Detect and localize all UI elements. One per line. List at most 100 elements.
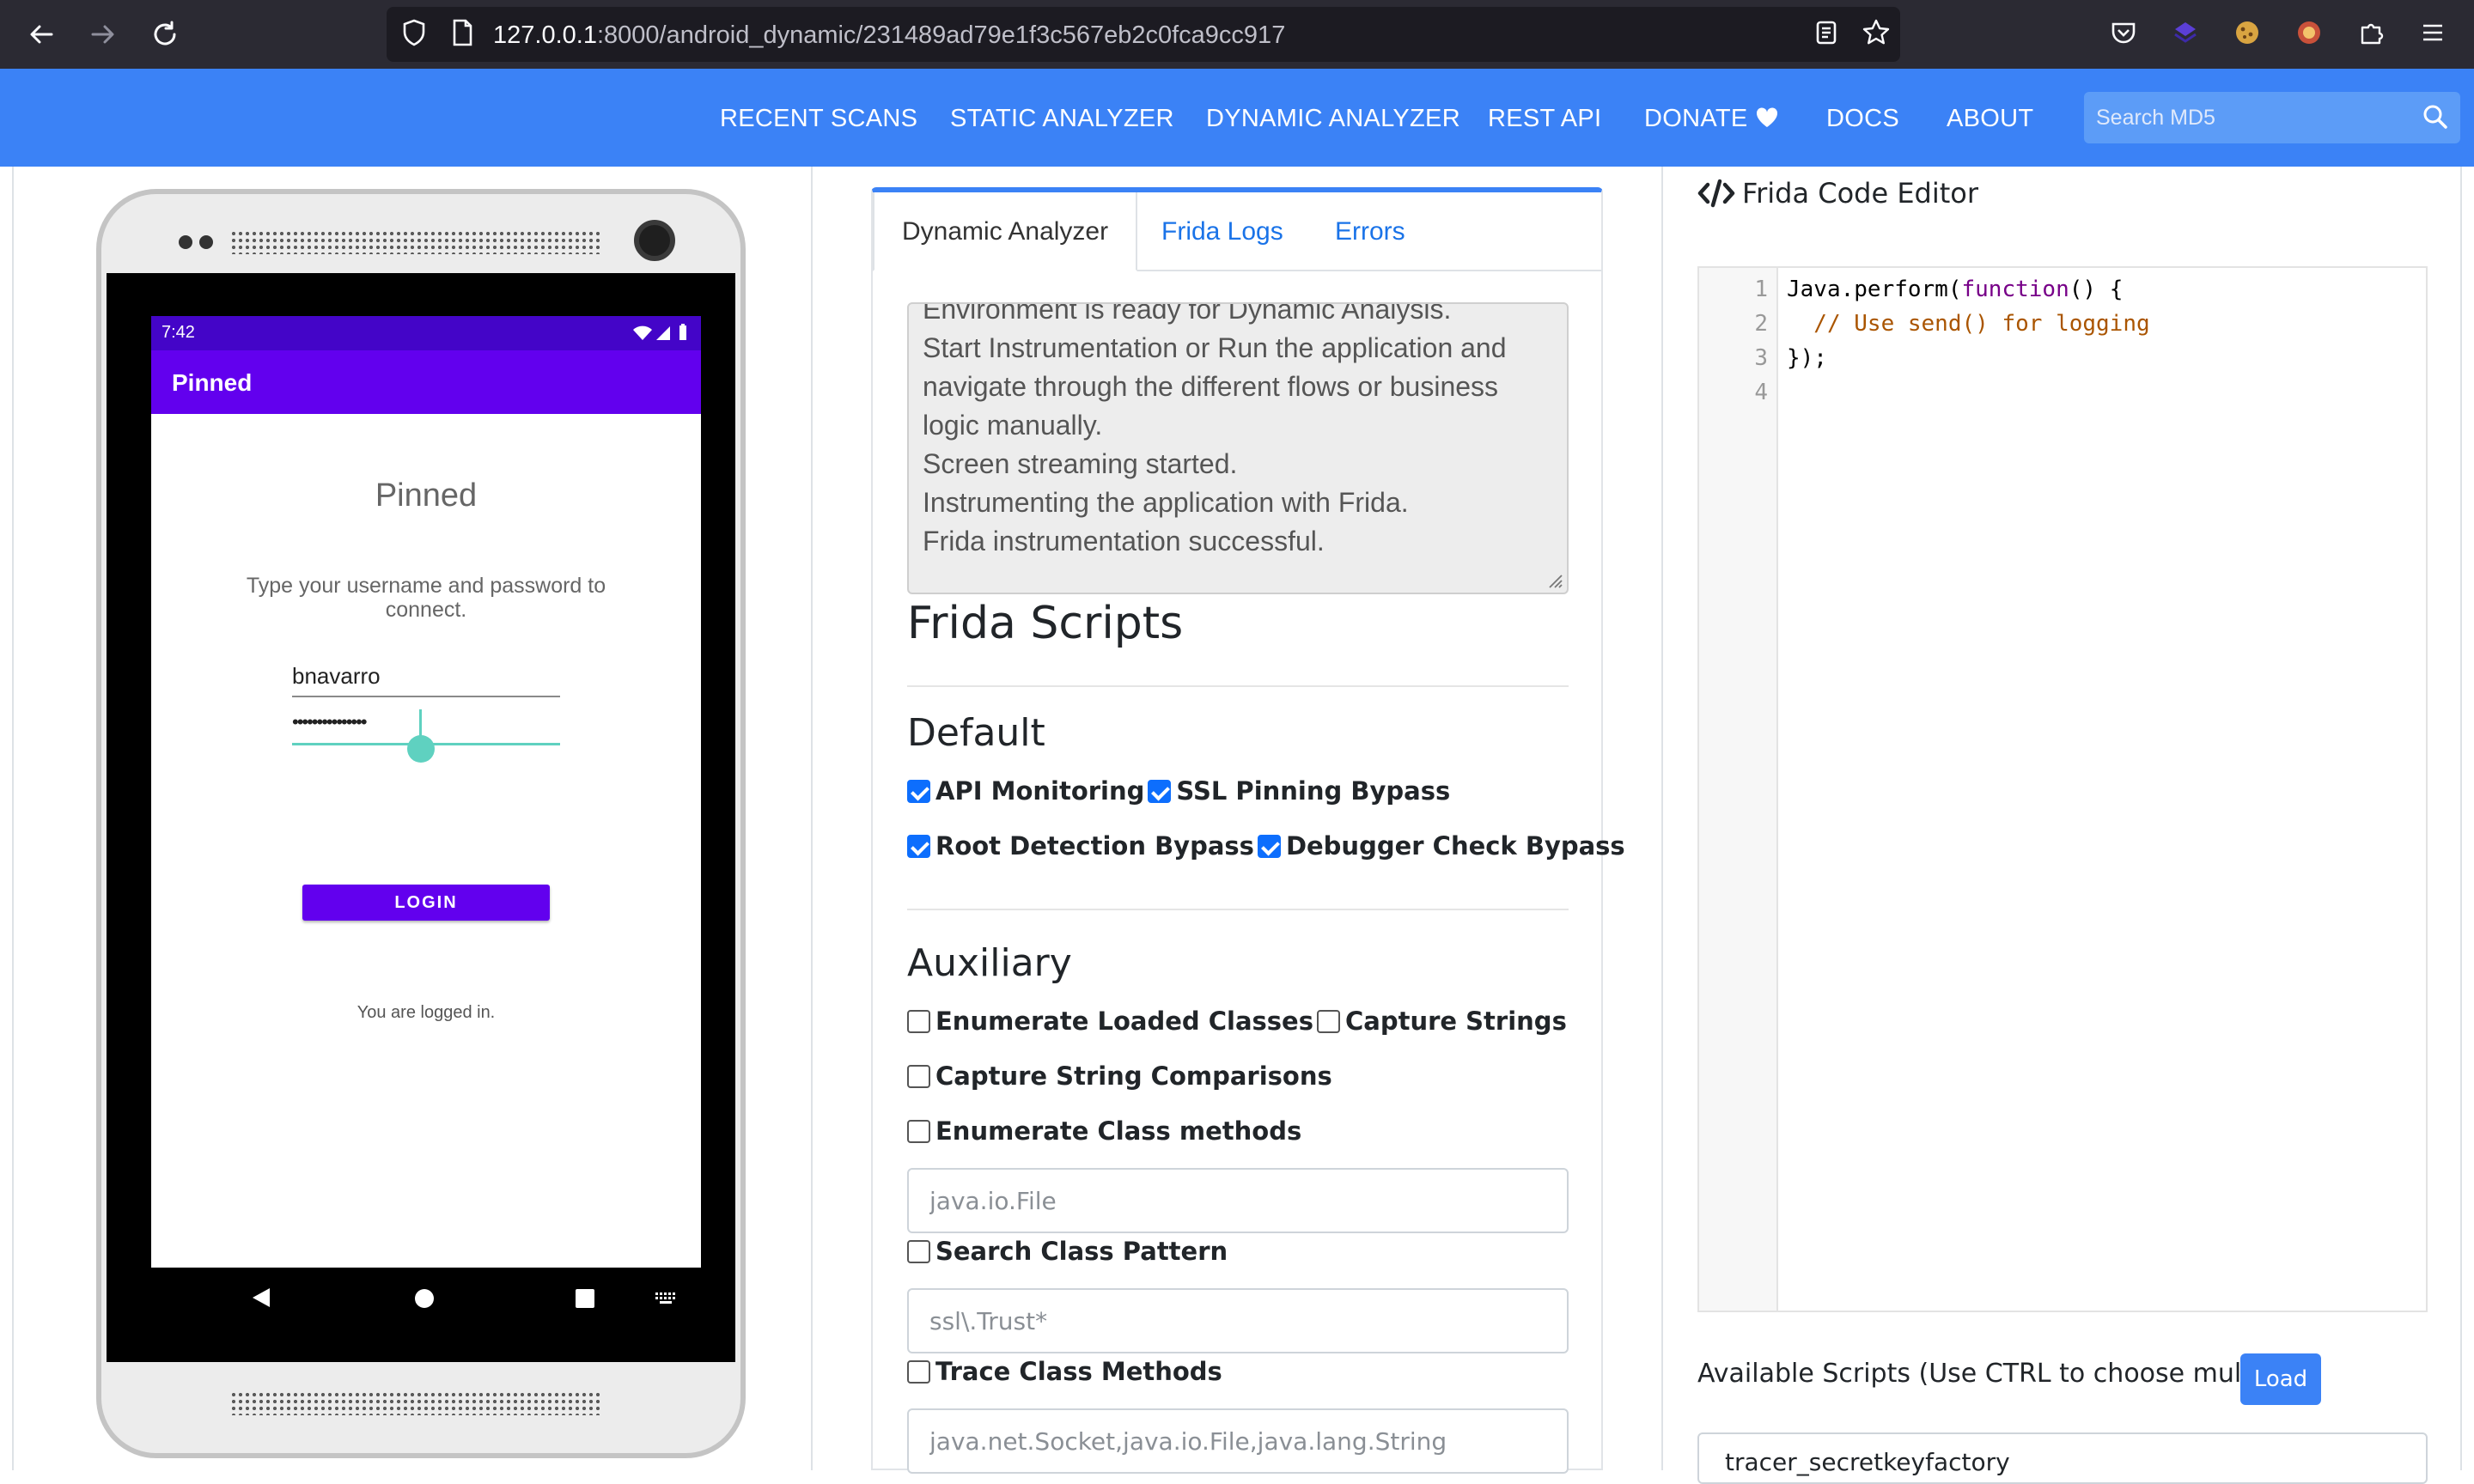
back-icon[interactable]: [24, 17, 58, 52]
api-monitoring-label[interactable]: API Monitoring: [935, 776, 1144, 806]
url-path: :8000/android_dynamic/231489ad79e1f3c567…: [596, 21, 1286, 49]
extension-purple-icon[interactable]: [2168, 17, 2203, 52]
editor-title-text: Frida Code Editor: [1742, 177, 1979, 210]
enumerate-class-methods-checkbox[interactable]: [907, 1119, 930, 1143]
frida-scripts-heading: Frida Scripts: [907, 598, 1184, 649]
auxiliary-heading: Auxiliary: [907, 941, 1072, 985]
capture-strings-checkbox[interactable]: [1316, 1009, 1340, 1033]
enumerate-class-methods-label[interactable]: Enumerate Class methods: [935, 1116, 1301, 1146]
tab-errors[interactable]: Errors: [1307, 192, 1433, 271]
search-icon[interactable]: [2421, 102, 2450, 131]
search-class-pattern-label[interactable]: Search Class Pattern: [935, 1237, 1228, 1266]
password-value: •••••••••••••••: [292, 711, 368, 733]
code-comment: // Use send() for logging: [1787, 311, 2150, 337]
app-bar-title: Pinned: [172, 369, 253, 396]
line-number: 2: [1754, 311, 1768, 337]
wifi-icon: [633, 325, 652, 340]
address-bar[interactable]: 127.0.0.1:8000/android_dynamic/231489ad7…: [387, 7, 1900, 62]
aux-row-5: Trace Class Methods: [907, 1357, 1226, 1386]
ssl-pinning-bypass-label[interactable]: SSL Pinning Bypass: [1176, 776, 1450, 806]
trace-methods-input[interactable]: [907, 1408, 1569, 1474]
keyboard-icon[interactable]: [655, 1292, 679, 1305]
reader-view-icon[interactable]: [1809, 17, 1843, 52]
url-text[interactable]: 127.0.0.1:8000/android_dynamic/231489ad7…: [493, 21, 1285, 50]
login-button[interactable]: LOGIN: [302, 885, 550, 921]
cookie-icon[interactable]: [2230, 17, 2264, 52]
phone-bottom-speaker: [230, 1391, 600, 1415]
api-monitoring-checkbox[interactable]: [907, 779, 930, 803]
pocket-icon[interactable]: [2106, 17, 2141, 52]
device-screen[interactable]: 7:42 Pinned Pinned Type your username an…: [151, 316, 701, 1268]
ssl-pinning-bypass-checkbox[interactable]: [1148, 779, 1172, 803]
android-nav-bar: [151, 1268, 701, 1328]
tab-bar: Dynamic Analyzer Frida Logs Errors: [873, 192, 1601, 271]
status-log-textarea[interactable]: Environment is ready for Dynamic Analysi…: [907, 302, 1569, 594]
android-status-bar: 7:42: [151, 316, 701, 350]
android-app-bar: Pinned: [151, 350, 701, 414]
reload-icon[interactable]: [148, 17, 182, 52]
dynamic-analyzer-panel: Dynamic Analyzer Frida Logs Errors Envir…: [871, 187, 1625, 1474]
debugger-check-bypass-checkbox[interactable]: [1257, 834, 1281, 858]
bookmark-star-icon[interactable]: [1859, 17, 1893, 52]
root-detection-bypass-label[interactable]: Root Detection Bypass: [935, 831, 1254, 861]
code-text: () {: [2069, 277, 2124, 302]
log-line: Environment is ready for Dynamic Analysi…: [923, 302, 1452, 325]
nav-donate-label: DONATE: [1644, 105, 1748, 132]
cursor-handle[interactable]: [407, 735, 435, 763]
scripts-select[interactable]: tracer_secretkeyfactory: [1697, 1432, 2428, 1484]
tab-dynamic-analyzer[interactable]: Dynamic Analyzer: [873, 192, 1138, 271]
debugger-check-bypass-label[interactable]: Debugger Check Bypass: [1286, 831, 1625, 861]
aux-row-4: Search Class Pattern: [907, 1237, 1231, 1266]
nav-about[interactable]: ABOUT: [1947, 105, 2033, 133]
android-recents-icon[interactable]: [576, 1289, 594, 1308]
tab-frida-logs[interactable]: Frida Logs: [1134, 192, 1311, 271]
load-button[interactable]: Load: [2240, 1353, 2321, 1405]
menu-icon[interactable]: [2416, 17, 2450, 52]
default-heading: Default: [907, 711, 1045, 755]
extension-red-icon[interactable]: [2292, 17, 2326, 52]
code-keyword: function: [1961, 277, 2069, 302]
aux-row-3: Enumerate Class methods: [907, 1116, 1305, 1146]
extensions-puzzle-icon[interactable]: [2354, 17, 2388, 52]
android-home-icon[interactable]: [414, 1288, 435, 1309]
search-input[interactable]: [2096, 100, 2405, 135]
capture-string-comparisons-checkbox[interactable]: [907, 1064, 930, 1088]
divider: [907, 909, 1569, 910]
phone-bezel: 7:42 Pinned Pinned Type your username an…: [107, 273, 735, 1362]
nav-recent-scans[interactable]: RECENT SCANS: [720, 105, 917, 133]
search-box: [2084, 92, 2460, 143]
android-back-icon[interactable]: [251, 1286, 271, 1309]
trace-class-methods-label[interactable]: Trace Class Methods: [935, 1357, 1222, 1386]
capture-string-comparisons-label[interactable]: Capture String Comparisons: [935, 1061, 1332, 1091]
code-text: Java.perform(: [1787, 277, 1962, 302]
nav-dynamic-analyzer[interactable]: DYNAMIC ANALYZER: [1206, 105, 1460, 133]
nav-donate[interactable]: DONATE: [1644, 105, 1779, 133]
class-methods-input[interactable]: [907, 1168, 1569, 1233]
log-line: Start Instrumentation or Run the applica…: [923, 332, 1507, 441]
code-icon: [1697, 179, 1735, 208]
enumerate-loaded-classes-label[interactable]: Enumerate Loaded Classes: [935, 1007, 1313, 1036]
shield-icon[interactable]: [397, 17, 431, 52]
class-pattern-input[interactable]: [907, 1288, 1569, 1353]
screen-heading: Pinned: [375, 477, 478, 514]
code-editor[interactable]: 1 2 3 4 Java.perform(function() { // Use…: [1697, 266, 2428, 1312]
nav-docs[interactable]: DOCS: [1826, 105, 1899, 133]
capture-strings-label[interactable]: Capture Strings: [1345, 1007, 1567, 1036]
forward-icon[interactable]: [86, 17, 120, 52]
username-field[interactable]: bnavarro: [292, 663, 560, 697]
root-detection-bypass-checkbox[interactable]: [907, 834, 930, 858]
log-line: Instrumenting the application with Frida…: [923, 487, 1409, 518]
trace-class-methods-checkbox[interactable]: [907, 1359, 930, 1384]
default-row-2: Root Detection Bypass Debugger Check Byp…: [907, 831, 1629, 861]
resize-grip-icon[interactable]: [1546, 572, 1563, 589]
available-scripts-label: Available Scripts (Use CTRL to choose mu…: [1697, 1359, 2308, 1389]
nav-rest-api[interactable]: REST API: [1488, 105, 1601, 133]
nav-static-analyzer[interactable]: STATIC ANALYZER: [950, 105, 1174, 133]
app-navbar: RECENT SCANS STATIC ANALYZER DYNAMIC ANA…: [0, 69, 2474, 167]
enumerate-loaded-classes-checkbox[interactable]: [907, 1009, 930, 1033]
search-class-pattern-checkbox[interactable]: [907, 1239, 930, 1263]
script-option[interactable]: tracer_secretkeyfactory: [1725, 1448, 2010, 1476]
aux-row-1: Enumerate Loaded Classes Capture Strings: [907, 1007, 1570, 1036]
line-gutter: 1 2 3 4: [1699, 268, 1778, 1311]
code-editor-panel: Frida Code Editor 1 2 3 4 Java.perform(f…: [1661, 167, 2462, 1484]
